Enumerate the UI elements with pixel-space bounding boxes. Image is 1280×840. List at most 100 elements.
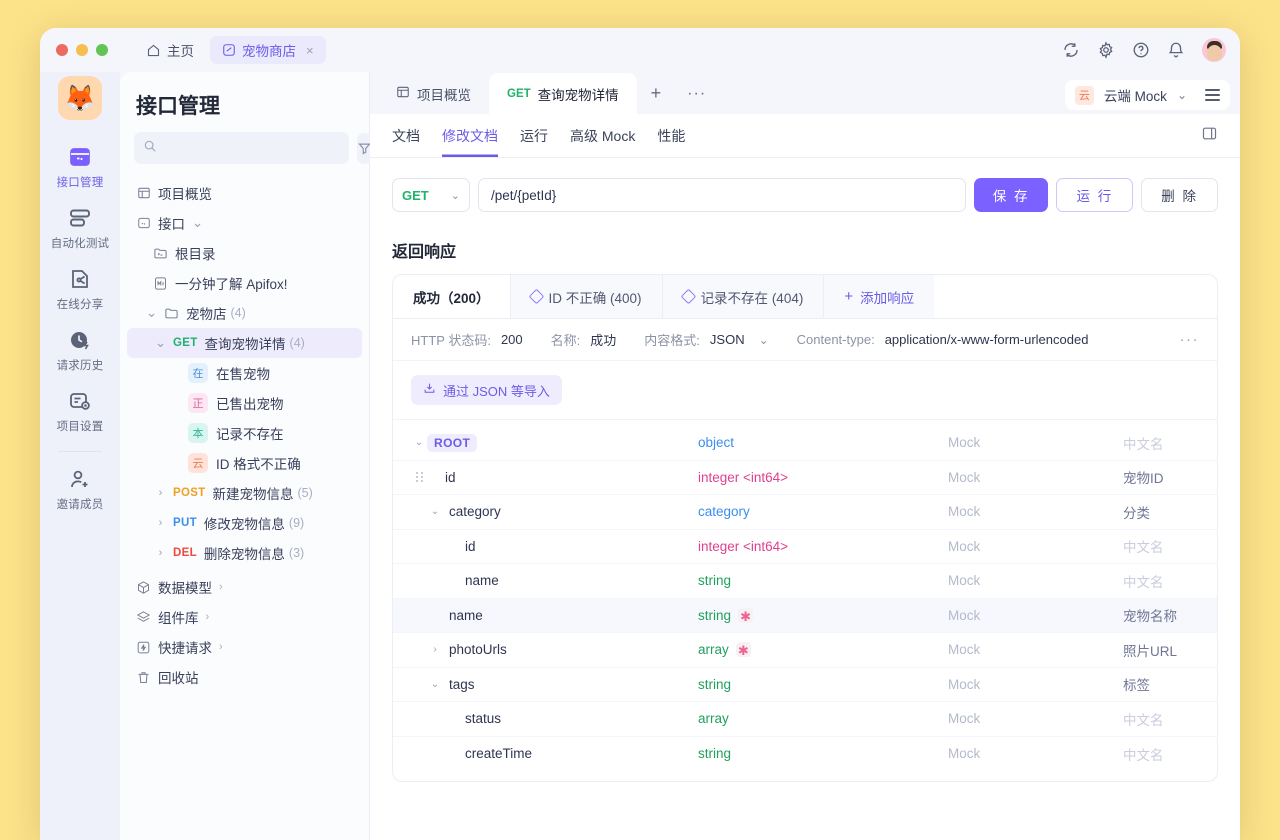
table-row[interactable]: status array Mock 中文名 (393, 702, 1217, 737)
tab-advanced-mock[interactable]: 高级 Mock (570, 114, 635, 157)
table-row[interactable]: ⌄ tags string Mock 标签 (393, 668, 1217, 703)
path-input[interactable]: /pet/{petId} (478, 178, 966, 212)
window-tab-project[interactable]: 宠物商店 × (210, 36, 326, 64)
rail-item-history[interactable]: 请求历史 (40, 319, 120, 380)
add-response-button[interactable]: + 添加响应 (824, 275, 934, 318)
response-more-button[interactable]: ··· (1180, 331, 1200, 348)
rail-item-project-settings[interactable]: 项目设置 (40, 380, 120, 441)
method-select[interactable]: GET ⌄ (392, 178, 470, 212)
schema-type-cell[interactable]: object (698, 435, 948, 450)
close-window-button[interactable] (56, 44, 68, 56)
tree-item-get-pet-detail[interactable]: ⌄ GET 查询宠物详情 (4) (127, 328, 362, 358)
response-tab-200[interactable]: 成功（200） (393, 275, 511, 318)
panel-toggle-icon[interactable] (1201, 125, 1218, 147)
chevron-down-icon[interactable]: ⌄ (144, 305, 159, 321)
schema-mock-cell[interactable]: Mock (948, 539, 1123, 554)
maximize-window-button[interactable] (96, 44, 108, 56)
window-controls[interactable] (56, 44, 108, 56)
schema-type-cell[interactable]: array (698, 711, 948, 726)
table-row[interactable]: id integer <int64> Mock 宠物ID (393, 461, 1217, 496)
tree-item-component-library[interactable]: 组件库 › (127, 602, 362, 632)
run-button[interactable]: 运 行 (1056, 178, 1133, 212)
workspace-logo[interactable]: 🦊 (58, 76, 102, 120)
tree-item-case-bad-id[interactable]: 云 ID 格式不正确 (127, 448, 362, 478)
tab-run[interactable]: 运行 (520, 114, 548, 157)
table-row[interactable]: name string Mock 中文名 (393, 564, 1217, 599)
rail-item-api-management[interactable]: 接口管理 (40, 136, 120, 197)
schema-cn-cell[interactable]: 宠物名称 (1123, 605, 1199, 625)
window-tab-home[interactable]: 主页 (134, 36, 206, 64)
schema-mock-cell[interactable]: Mock (948, 470, 1123, 485)
chevron-down-icon[interactable]: ⌄ (427, 506, 443, 517)
schema-type-cell[interactable]: integer <int64> (698, 539, 948, 554)
save-button[interactable]: 保 存 (974, 178, 1049, 212)
hamburger-icon[interactable] (1205, 89, 1220, 100)
tree-item-quick-request[interactable]: 快捷请求 › (127, 632, 362, 662)
delete-button[interactable]: 删 除 (1141, 178, 1218, 212)
tree-item-data-models[interactable]: 数据模型 › (127, 572, 362, 602)
response-name-value[interactable]: 成功 (590, 330, 616, 349)
tree-item-root-dir[interactable]: 根目录 (127, 238, 362, 268)
chevron-right-icon[interactable]: › (219, 581, 223, 593)
schema-type-cell[interactable]: string (698, 746, 948, 761)
search-box[interactable] (134, 132, 349, 164)
content-format-value[interactable]: JSON (710, 332, 745, 347)
status-code-value[interactable]: 200 (501, 332, 523, 347)
new-tab-button[interactable]: + (637, 73, 676, 114)
chevron-down-icon[interactable]: ⌄ (190, 215, 205, 231)
minimize-window-button[interactable] (76, 44, 88, 56)
chevron-down-icon[interactable]: ⌄ (153, 335, 168, 351)
schema-cn-cell[interactable]: 标签 (1123, 674, 1199, 694)
tab-more-button[interactable]: ··· (675, 73, 718, 114)
schema-mock-cell[interactable]: Mock (948, 608, 1123, 623)
chevron-down-icon[interactable]: ⌄ (451, 189, 460, 202)
chevron-right-icon[interactable]: › (153, 547, 168, 559)
tree-item-case-on-sale[interactable]: 在 在售宠物 (127, 358, 362, 388)
tab-performance[interactable]: 性能 (657, 114, 685, 157)
table-row[interactable]: id integer <int64> Mock 中文名 (393, 530, 1217, 565)
tree-item-post-create-pet[interactable]: › POST 新建宠物信息 (5) (127, 478, 362, 508)
import-json-button[interactable]: 通过 JSON 等导入 (411, 375, 562, 405)
chevron-right-icon[interactable]: › (153, 487, 168, 499)
table-row[interactable]: ⌄ ROOT object Mock 中文名 (393, 426, 1217, 461)
chevron-down-icon[interactable]: ⌄ (759, 333, 769, 347)
sync-icon[interactable] (1062, 41, 1080, 59)
rail-item-automation[interactable]: 自动化测试 (40, 197, 120, 258)
schema-mock-cell[interactable]: Mock (948, 573, 1123, 588)
tree-item-petstore-folder[interactable]: ⌄ 宠物店 (4) (127, 298, 362, 328)
doc-tab-get-pet-detail[interactable]: GET 查询宠物详情 (489, 73, 637, 114)
gear-icon[interactable] (1097, 41, 1115, 59)
schema-mock-cell[interactable]: Mock (948, 746, 1123, 761)
schema-cn-cell[interactable]: 中文名 (1123, 571, 1199, 591)
chevron-right-icon[interactable]: › (219, 641, 223, 653)
chevron-right-icon[interactable]: › (153, 517, 168, 529)
chevron-right-icon[interactable]: › (206, 611, 210, 623)
bell-icon[interactable] (1167, 41, 1185, 59)
schema-mock-cell[interactable]: Mock (948, 435, 1123, 450)
table-row[interactable]: name string ✱ Mock 宠物名称 (393, 599, 1217, 634)
help-icon[interactable] (1132, 41, 1150, 59)
schema-cn-cell[interactable]: 中文名 (1123, 744, 1199, 764)
schema-mock-cell[interactable]: Mock (948, 504, 1123, 519)
doc-tab-overview[interactable]: 项目概览 (378, 73, 489, 114)
schema-mock-cell[interactable]: Mock (948, 711, 1123, 726)
avatar[interactable] (1202, 38, 1226, 62)
schema-cn-cell[interactable]: 中文名 (1123, 536, 1199, 556)
schema-type-cell[interactable]: array ✱ (698, 642, 948, 657)
mock-environment-selector[interactable]: 云 云端 Mock ⌄ (1065, 80, 1230, 110)
table-row[interactable]: createTime string Mock 中文名 (393, 737, 1217, 772)
response-tab-400[interactable]: ID 不正确 (400) (511, 275, 663, 318)
schema-cn-cell[interactable]: 中文名 (1123, 433, 1199, 453)
schema-type-cell[interactable]: integer <int64> (698, 470, 948, 485)
schema-mock-cell[interactable]: Mock (948, 677, 1123, 692)
tab-edit-doc[interactable]: 修改文档 (442, 114, 498, 157)
schema-mock-cell[interactable]: Mock (948, 642, 1123, 657)
tree-item-del-delete-pet[interactable]: › DEL 删除宠物信息 (3) (127, 538, 362, 568)
tree-item-overview[interactable]: 项目概览 (127, 178, 362, 208)
response-tab-404[interactable]: 记录不存在 (404) (663, 275, 825, 318)
tree-item-apifox-doc[interactable]: 一分钟了解 Apifox! (127, 268, 362, 298)
content-type-value[interactable]: application/x-www-form-urlencoded (885, 332, 1089, 347)
schema-type-cell[interactable]: string ✱ (698, 608, 948, 623)
close-icon[interactable]: × (306, 43, 314, 58)
tree-item-put-update-pet[interactable]: › PUT 修改宠物信息 (9) (127, 508, 362, 538)
